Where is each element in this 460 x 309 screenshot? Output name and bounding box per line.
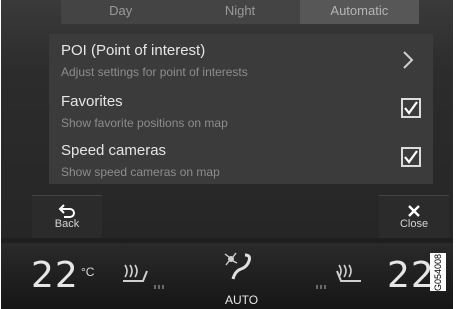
close-label: Close <box>399 218 429 230</box>
right-temperature[interactable]: 22 <box>387 255 435 296</box>
setting-subtitle: Show speed cameras on map <box>61 165 220 179</box>
figure-code: G054008 <box>430 253 446 291</box>
back-arrow-icon <box>58 204 75 218</box>
setting-title: Speed cameras <box>61 142 167 159</box>
climate-bar: 22 °C AUTO 22 <box>1 243 453 309</box>
auto-label: AUTO <box>225 293 259 307</box>
setting-title: Favorites <box>61 93 123 110</box>
tab-day[interactable]: Day <box>61 0 180 24</box>
setting-subtitle: Adjust settings for point of interests <box>61 65 248 79</box>
chevron-right-icon <box>403 51 414 69</box>
back-button[interactable]: Back <box>32 195 102 238</box>
tab-night[interactable]: Night <box>180 0 299 24</box>
check-icon <box>404 101 418 115</box>
check-icon <box>404 150 418 164</box>
setting-row-speed-cameras: Speed cameras Show speed cameras on map <box>49 134 433 182</box>
setting-row-poi[interactable]: POI (Point of interest) Adjust settings … <box>49 34 433 82</box>
seat-heat-left-icon[interactable] <box>119 263 171 291</box>
close-icon <box>408 205 420 217</box>
setting-row-favorites: Favorites Show favorite positions on map <box>49 85 433 133</box>
left-temperature-unit: °C <box>81 265 95 279</box>
infotainment-screen: Day Night Automatic POI (Point of intere… <box>1 0 453 309</box>
fan-auto-icon[interactable] <box>223 251 255 285</box>
setting-subtitle: Show favorite positions on map <box>61 116 228 130</box>
speed-cameras-checkbox[interactable] <box>401 147 421 167</box>
left-temperature[interactable]: 22 <box>31 255 79 296</box>
close-button[interactable]: Close <box>379 195 449 238</box>
seat-heat-right-icon[interactable] <box>313 263 365 291</box>
favorites-checkbox[interactable] <box>401 98 421 118</box>
mode-tabs: Day Night Automatic <box>61 0 419 24</box>
tab-automatic[interactable]: Automatic <box>299 0 419 24</box>
settings-list: POI (Point of interest) Adjust settings … <box>49 34 433 184</box>
setting-title: POI (Point of interest) <box>61 42 206 59</box>
back-label: Back <box>54 218 80 230</box>
